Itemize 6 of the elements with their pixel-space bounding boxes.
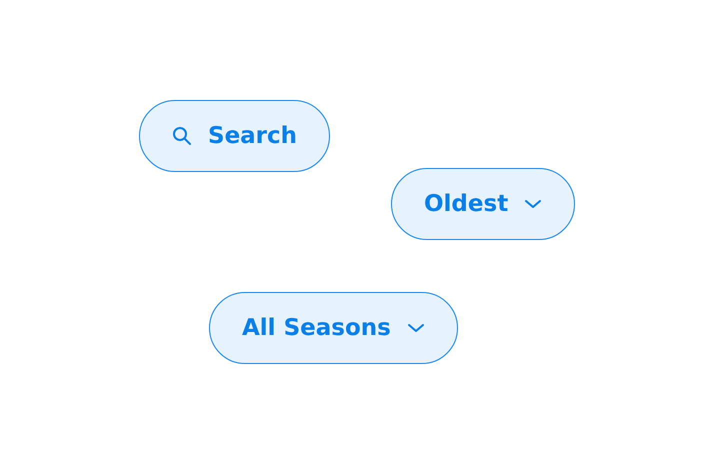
search-button[interactable]: Search	[139, 100, 330, 172]
caret-icon	[406, 323, 425, 333]
dropdown-button[interactable]: Oldest	[391, 168, 576, 240]
dropdown-button[interactable]: All Seasons	[209, 292, 458, 364]
search-icon	[172, 126, 192, 146]
caret-icon	[524, 199, 542, 209]
